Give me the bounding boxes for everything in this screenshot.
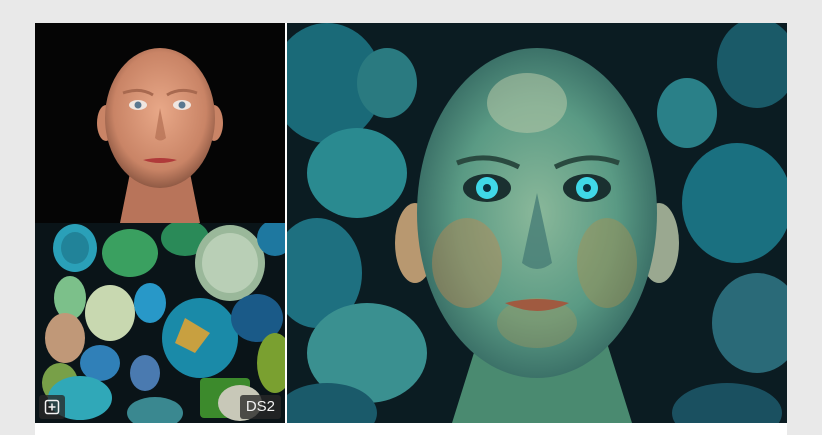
style-image[interactable]: DS2 xyxy=(35,223,285,423)
source-images: DS2 xyxy=(35,23,285,423)
output-image[interactable] xyxy=(287,23,787,423)
expand-square-icon xyxy=(44,399,60,415)
model-badge: DS2 xyxy=(239,395,281,419)
content-image[interactable] xyxy=(35,23,285,223)
expand-button[interactable] xyxy=(39,395,65,419)
result-card: DS2 xyxy=(35,23,787,435)
